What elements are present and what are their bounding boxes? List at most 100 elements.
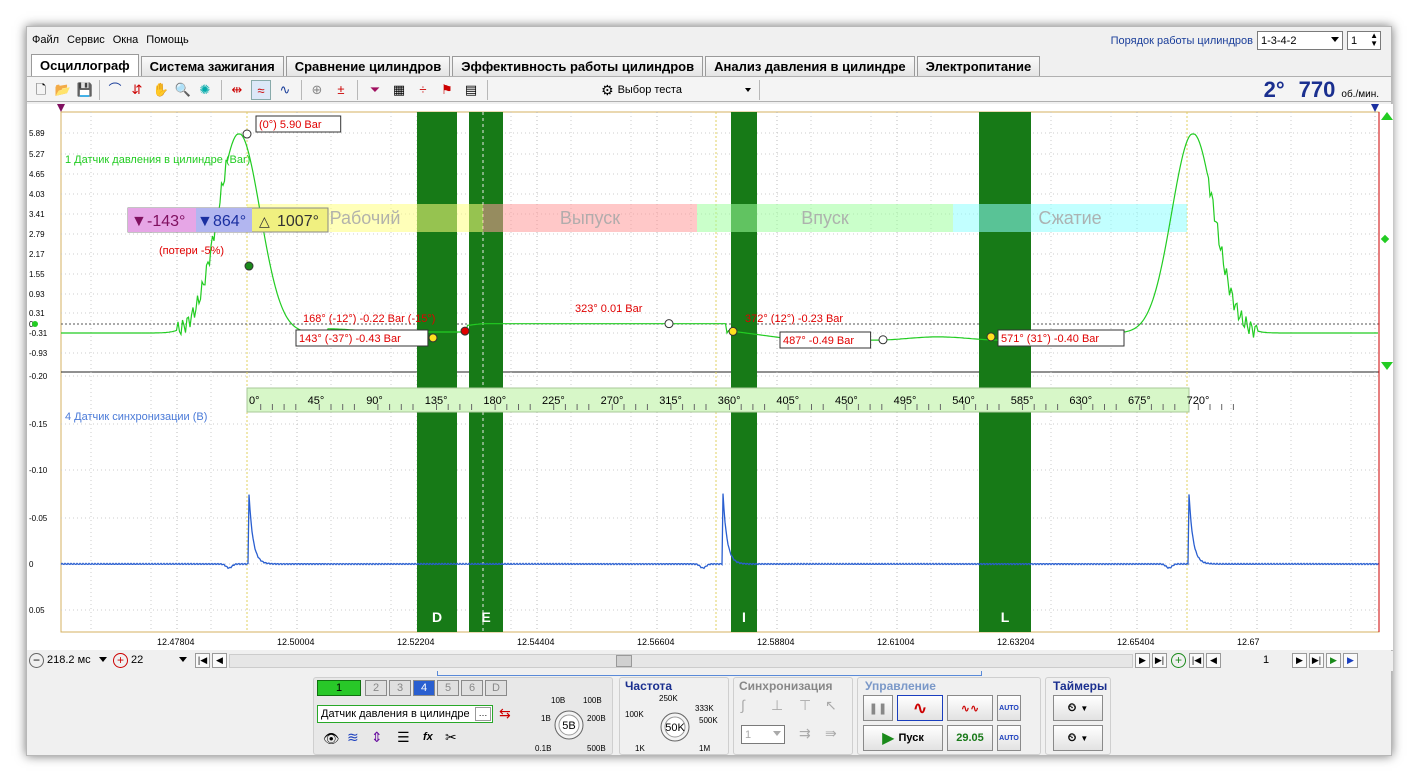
timebase-dropdown-icon[interactable] bbox=[99, 657, 107, 662]
sensor-config-icon[interactable]: ⇆ bbox=[499, 705, 511, 722]
cursor-readout[interactable]: ▼ -143° ▼ 864° △ 1007° bbox=[127, 207, 329, 233]
tab-cylinder-efficiency[interactable]: Эффективность работы цилиндров bbox=[452, 56, 704, 76]
menu-windows[interactable]: Окна bbox=[112, 34, 140, 50]
split-waves-icon[interactable]: ∿ bbox=[275, 80, 295, 100]
marker-point[interactable] bbox=[664, 319, 674, 329]
add-frame-icon[interactable]: + bbox=[1171, 653, 1186, 668]
play-fast-button[interactable]: ▶ bbox=[1343, 653, 1358, 668]
tab-power[interactable]: Электропитание bbox=[916, 56, 1041, 76]
lines-icon[interactable]: ☰ bbox=[397, 729, 410, 746]
sync-collapse-icon[interactable]: ⇛ bbox=[825, 725, 837, 742]
test-select[interactable]: ⚙ Выбор теста bbox=[601, 80, 755, 100]
tab-oscilloscope[interactable]: Осциллограф bbox=[31, 54, 139, 76]
auto-play-button[interactable]: AUTO bbox=[997, 725, 1021, 751]
test-gear-icon: ⚙ bbox=[601, 81, 614, 98]
hand-pan-icon[interactable]: ✋ bbox=[151, 80, 171, 100]
channel-1-button[interactable]: 1 bbox=[317, 680, 361, 696]
channel-4-button[interactable]: 4 bbox=[413, 680, 435, 696]
channel-6-button[interactable]: 6 bbox=[461, 680, 483, 696]
y4-tick: -0.15 bbox=[29, 420, 48, 429]
vertical-move-icon[interactable]: ⇕ bbox=[371, 729, 383, 746]
eye-icon[interactable]: 👁 bbox=[323, 731, 340, 747]
buffer-value[interactable]: 22 bbox=[131, 654, 143, 666]
frame-prev-button[interactable]: ◀ bbox=[1206, 653, 1221, 668]
marker-point[interactable] bbox=[242, 129, 252, 139]
timer-stop-button[interactable]: ⏲ ▼ bbox=[1053, 725, 1103, 751]
frame-first-button[interactable]: |◀ bbox=[1189, 653, 1204, 668]
multi-wave-button[interactable]: ∿∿ bbox=[947, 695, 993, 721]
cursor-markers-icon[interactable]: ⇵ bbox=[127, 80, 147, 100]
grid-icon[interactable]: ▦ bbox=[389, 80, 409, 100]
flag-icon[interactable]: ⚑ bbox=[437, 80, 457, 100]
start-button[interactable]: ▶ Пуск bbox=[863, 725, 943, 751]
tab-ignition[interactable]: Система зажигания bbox=[140, 56, 284, 76]
frequency-knob[interactable]: 50K 250K 100K 333K 500K 1K 1M bbox=[625, 691, 725, 753]
sync-pointer-icon[interactable]: ↖ bbox=[825, 697, 837, 714]
scroll-left-button[interactable]: ◀ bbox=[212, 653, 227, 668]
oscillogram-plot[interactable]: DEIL Рабочий Выпуск Впуск Сжатие 5.895.274.… bbox=[27, 104, 1393, 650]
spread-icon[interactable]: ⇹ bbox=[227, 80, 247, 100]
sync-channel-select[interactable]: 1 bbox=[741, 725, 785, 744]
overlay-waves-icon[interactable]: ≈ bbox=[251, 80, 271, 100]
marker-point[interactable] bbox=[728, 326, 738, 336]
sync-level-icon[interactable]: ⊥ bbox=[771, 697, 783, 714]
new-file-icon[interactable]: 🗋 bbox=[31, 80, 51, 100]
play-button[interactable]: ▶ bbox=[1326, 653, 1341, 668]
menu-help[interactable]: Помощь bbox=[145, 34, 190, 50]
pause-button[interactable]: ❚❚ bbox=[863, 695, 893, 721]
save-icon[interactable]: 💾 bbox=[75, 80, 95, 100]
marker-point[interactable] bbox=[878, 335, 888, 345]
tools-icon[interactable]: ✂ bbox=[445, 729, 457, 746]
zoom-in-icon[interactable]: + bbox=[113, 653, 128, 668]
zero-level-icon[interactable]: ± bbox=[331, 80, 351, 100]
sensor-browse-icon[interactable]: … bbox=[475, 707, 491, 721]
cylinder-spinner[interactable]: 1 ▲ ▼ bbox=[1347, 31, 1381, 50]
tab-cylinder-compare[interactable]: Сравнение цилиндров bbox=[285, 56, 451, 76]
channel-2-button[interactable]: 2 bbox=[365, 680, 387, 696]
sync-down-icon[interactable]: ⊤ bbox=[799, 697, 811, 714]
svg-text:0.1В: 0.1В bbox=[535, 744, 551, 753]
measure-arc-icon[interactable]: ⌒ bbox=[105, 80, 125, 100]
firing-order-select[interactable]: 1-3-4-2 bbox=[1257, 31, 1343, 50]
timer-start-button[interactable]: ⏲ ▼ bbox=[1053, 695, 1103, 721]
buffer-dropdown-icon[interactable] bbox=[179, 657, 187, 662]
zoom-icon[interactable]: 🔍 bbox=[173, 80, 193, 100]
function-icon[interactable]: fx bbox=[423, 731, 433, 743]
sync-rising-icon[interactable]: ∫ bbox=[741, 697, 745, 713]
divider-icon[interactable]: ÷ bbox=[413, 80, 433, 100]
noise-icon[interactable]: ≋ bbox=[347, 729, 359, 746]
spinner-arrows-icon[interactable]: ▲ ▼ bbox=[1370, 32, 1378, 48]
scroll-right-button[interactable]: ▶ bbox=[1135, 653, 1150, 668]
sync-expand-icon[interactable]: ⇉ bbox=[799, 725, 811, 742]
firing-order-value: 1-3-4-2 bbox=[1261, 34, 1297, 47]
frame-next-button[interactable]: ▶ bbox=[1292, 653, 1307, 668]
scroll-first-button[interactable]: |◀ bbox=[195, 653, 210, 668]
frame-last-button[interactable]: ▶| bbox=[1309, 653, 1324, 668]
channel-d-button[interactable]: D bbox=[485, 680, 507, 696]
scrollbar-track[interactable] bbox=[229, 654, 1133, 668]
menu-file[interactable]: Файл bbox=[31, 34, 60, 50]
marker-point[interactable] bbox=[244, 261, 254, 271]
sensor-select[interactable]: Датчик давления в цилиндре … bbox=[317, 705, 493, 723]
timebase-value[interactable]: 218.2 мс bbox=[47, 654, 91, 666]
channel-5-button[interactable]: 5 bbox=[437, 680, 459, 696]
menu-service[interactable]: Сервис bbox=[66, 34, 106, 50]
scroll-last-button[interactable]: ▶| bbox=[1152, 653, 1167, 668]
channel-3-button[interactable]: 3 bbox=[389, 680, 411, 696]
x-tick: 12.56604 bbox=[637, 637, 675, 647]
open-folder-icon[interactable]: 📂 bbox=[53, 80, 73, 100]
amplitude-knob[interactable]: 5В 10В 100В 1В 200В 0.1В 500В bbox=[527, 691, 611, 753]
bottom-panel-handle[interactable] bbox=[437, 671, 982, 676]
zoom-out-icon[interactable]: − bbox=[29, 653, 44, 668]
marker-point[interactable] bbox=[428, 333, 438, 343]
single-wave-button[interactable]: ∿ bbox=[897, 695, 943, 721]
scrollbar-thumb[interactable] bbox=[616, 655, 632, 667]
cursor-pair-icon[interactable]: ⏷ bbox=[365, 80, 385, 100]
tab-pressure-analysis[interactable]: Анализ давления в цилиндре bbox=[705, 56, 915, 76]
marker-point[interactable] bbox=[460, 326, 470, 336]
auto-voltage-button[interactable]: AUTO bbox=[997, 695, 1021, 721]
marker-point[interactable] bbox=[986, 332, 996, 342]
notes-icon[interactable]: ▤ bbox=[461, 80, 481, 100]
autoscale-icon[interactable]: ✺ bbox=[195, 80, 215, 100]
auto-icon[interactable]: ⊕ bbox=[307, 80, 327, 100]
